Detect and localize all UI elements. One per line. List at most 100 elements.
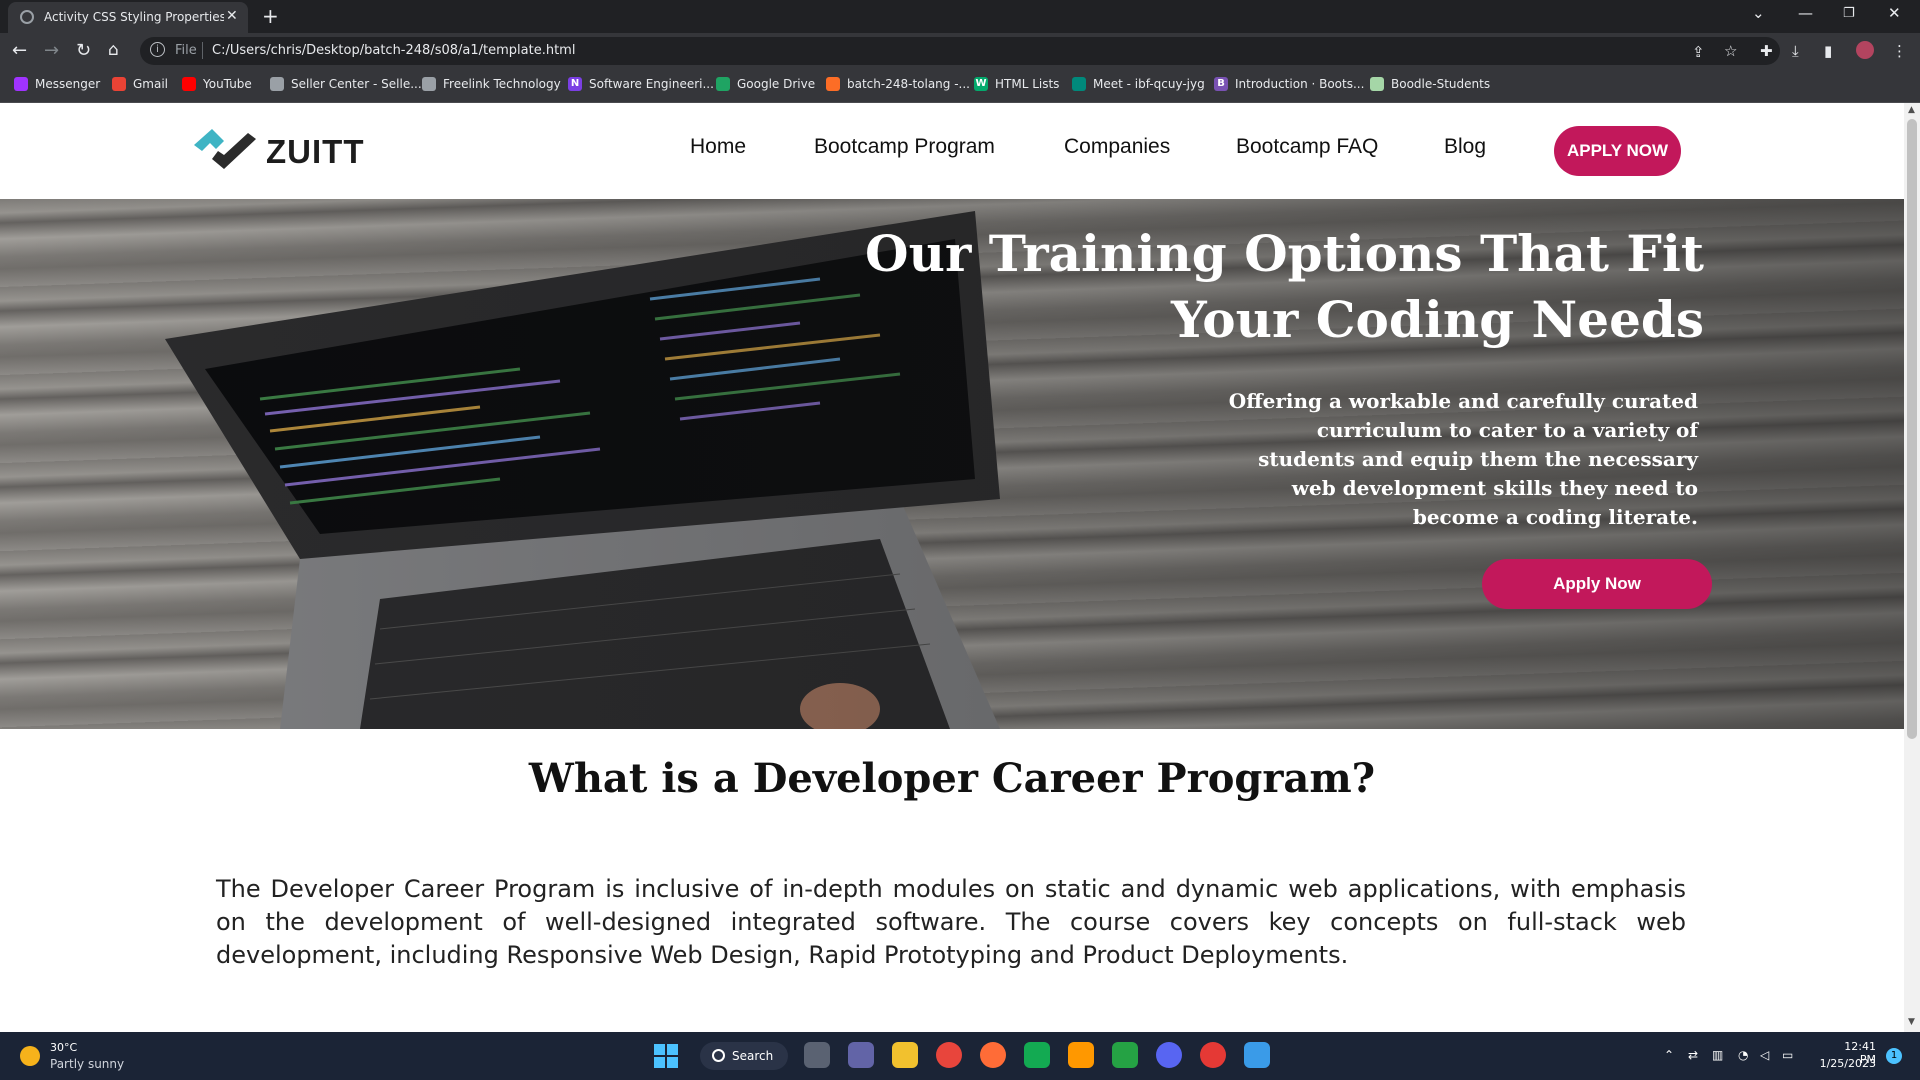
weather-temperature[interactable]: 30°C (50, 1041, 77, 1054)
nav-blog[interactable]: Blog (1444, 135, 1486, 159)
reload-icon[interactable]: ↻ (76, 40, 91, 61)
tray-graph-icon[interactable]: ▥ (1712, 1048, 1723, 1062)
hero-description: Offering a workable and carefully curate… (1228, 389, 1698, 529)
apply-now-hero-button[interactable]: Apply Now (1482, 559, 1712, 609)
back-icon[interactable]: ← (12, 40, 27, 61)
sublime-text-icon[interactable] (1068, 1042, 1094, 1068)
google-meet-icon (1072, 77, 1086, 91)
download-icon[interactable]: ⤓ (1792, 42, 1799, 60)
clock-date[interactable]: 1/25/2023 (1810, 1057, 1876, 1070)
bookmark-google-drive[interactable]: Google Drive (716, 77, 815, 91)
windows-start-icon[interactable] (654, 1044, 678, 1068)
bookmark-label: Introduction · Boots... (1235, 77, 1365, 91)
volume-icon[interactable]: ◁ (1760, 1048, 1769, 1062)
bookmark-label: Seller Center - Selle... (291, 77, 422, 91)
forward-icon[interactable]: → (44, 40, 59, 61)
browser-tab[interactable]: Activity CSS Styling Properties an ✕ (8, 2, 248, 33)
notification-badge[interactable]: 1 (1886, 1048, 1902, 1064)
bootstrap-icon: B (1214, 77, 1228, 91)
battery-icon[interactable]: ▭ (1782, 1048, 1793, 1062)
bookmark-messenger[interactable]: Messenger (14, 77, 100, 91)
url-separator (202, 42, 203, 59)
home-icon[interactable]: ⌂ (108, 40, 119, 60)
teams-chat-icon[interactable] (848, 1042, 874, 1068)
boodle-icon (1370, 77, 1384, 91)
side-panel-icon[interactable]: ▮ (1824, 42, 1832, 60)
bookmark-software-engineering[interactable]: N Software Engineeri... (568, 77, 714, 91)
discord-icon[interactable] (1156, 1042, 1182, 1068)
close-window-icon[interactable]: ✕ (1888, 4, 1901, 22)
bookmark-meet[interactable]: Meet - ibf-qcuy-jyg (1072, 77, 1205, 91)
bookmark-label: Software Engineeri... (589, 77, 714, 91)
weather-sun-icon[interactable] (20, 1046, 40, 1066)
menu-icon[interactable]: ⋮ (1892, 42, 1907, 60)
page-scrollbar[interactable]: ▲ ▼ (1904, 103, 1920, 1032)
share-icon[interactable]: ⇪ (1692, 43, 1705, 61)
close-tab-icon[interactable]: ✕ (226, 8, 238, 24)
tab-search-icon[interactable]: ⌄ (1752, 4, 1765, 22)
weather-condition[interactable]: Partly sunny (50, 1057, 124, 1071)
mongodb-compass-icon[interactable] (1024, 1042, 1050, 1068)
logo-mark-icon (194, 129, 256, 169)
tray-network-activity-icon[interactable]: ⇄ (1688, 1048, 1698, 1062)
scroll-down-icon[interactable]: ▼ (1908, 1017, 1915, 1027)
bookmark-html-lists[interactable]: W HTML Lists (974, 77, 1059, 91)
extensions-icon[interactable]: ✚ (1760, 42, 1773, 60)
bookmark-label: batch-248-tolang -... (847, 77, 970, 91)
google-chat-icon[interactable] (1112, 1042, 1138, 1068)
address-bar[interactable]: i File C:/Users/chris/Desktop/batch-248/… (140, 37, 1780, 65)
nav-home[interactable]: Home (690, 135, 746, 159)
nav-bootcamp-faq[interactable]: Bootcamp FAQ (1236, 135, 1378, 159)
scrollbar-thumb[interactable] (1907, 119, 1917, 739)
taskbar-search-label: Search (732, 1049, 774, 1063)
w3schools-icon: W (974, 77, 988, 91)
search-icon (712, 1049, 725, 1062)
messenger-icon (14, 77, 28, 91)
tray-overflow-icon[interactable]: ⌃ (1664, 1048, 1674, 1062)
bookmark-label: YouTube (203, 77, 252, 91)
nav-companies[interactable]: Companies (1064, 135, 1170, 159)
site-navbar: ZUITT Home Bootcamp Program Companies Bo… (0, 103, 1904, 199)
wifi-icon[interactable]: ◔ (1738, 1048, 1748, 1062)
taskbar-search[interactable]: Search (700, 1042, 788, 1070)
postman-icon[interactable] (980, 1042, 1006, 1068)
browser-toolbar: ← → ↻ ⌂ i File C:/Users/chris/Desktop/ba… (0, 33, 1920, 70)
file-explorer-icon[interactable] (892, 1042, 918, 1068)
hero-banner: Our Training Options That Fit Your Codin… (0, 199, 1904, 729)
info-icon[interactable]: i (150, 42, 165, 57)
bookmark-bootstrap[interactable]: B Introduction · Boots... (1214, 77, 1364, 91)
nav-bootcamp-program[interactable]: Bootcamp Program (814, 135, 995, 159)
freelink-icon (422, 77, 436, 91)
new-tab-icon[interactable]: + (262, 4, 279, 28)
hero-title: Our Training Options That Fit Your Codin… (865, 224, 1704, 349)
bookmark-gitlab[interactable]: batch-248-tolang -... (826, 77, 970, 91)
bookmark-seller-center[interactable]: Seller Center - Selle... (270, 77, 422, 91)
chrome-icon[interactable] (936, 1042, 962, 1068)
apply-now-nav-button[interactable]: APPLY NOW (1554, 126, 1681, 176)
bookmark-label: Meet - ibf-qcuy-jyg (1093, 77, 1205, 91)
zuitt-logo[interactable]: ZUITT (190, 123, 363, 179)
globe-icon (20, 10, 34, 24)
windows-taskbar: 30°C Partly sunny Search ⌃ ⇄ ▥ ◔ ◁ ▭ 12:… (0, 1032, 1920, 1080)
bookmark-freelink[interactable]: Freelink Technology (422, 77, 561, 91)
bookmark-youtube[interactable]: YouTube (182, 77, 252, 91)
bookmark-gmail[interactable]: Gmail (112, 77, 168, 91)
bookmark-label: Google Drive (737, 77, 816, 91)
profile-avatar[interactable] (1856, 41, 1874, 59)
paint-icon[interactable] (1244, 1042, 1270, 1068)
seller-center-icon (270, 77, 284, 91)
bookmarks-bar: Messenger Gmail YouTube Seller Center - … (0, 70, 1920, 103)
bookmark-label: Boodle-Students (1391, 77, 1491, 91)
restore-icon[interactable]: ❐ (1843, 6, 1855, 21)
page-viewport: ZUITT Home Bootcamp Program Companies Bo… (0, 103, 1904, 1032)
bookmark-star-icon[interactable]: ☆ (1724, 42, 1737, 60)
bookmark-boodle[interactable]: Boodle-Students (1370, 77, 1490, 91)
gmail-icon (112, 77, 126, 91)
url-text[interactable]: C:/Users/chris/Desktop/batch-248/s08/a1/… (212, 43, 575, 58)
minimize-icon[interactable]: — (1798, 4, 1813, 22)
onenote-icon: N (568, 77, 582, 91)
youtube-music-icon[interactable] (1200, 1042, 1226, 1068)
scroll-up-icon[interactable]: ▲ (1908, 105, 1915, 115)
task-view-icon[interactable] (804, 1042, 830, 1068)
bookmark-label: Gmail (133, 77, 169, 91)
